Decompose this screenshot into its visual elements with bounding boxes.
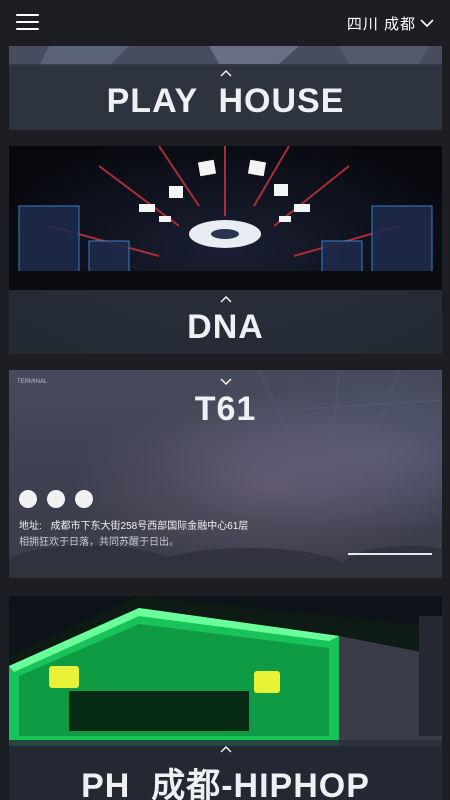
venue-image-sign: TERMINAL	[17, 379, 48, 385]
chevron-up-icon[interactable]	[220, 70, 232, 77]
venue-title: T61	[194, 390, 257, 428]
venue-address: 地址: 成都市下东大街258号西部国际金融中心61层	[19, 517, 248, 532]
address-label: 地址:	[19, 521, 42, 532]
address-text: 成都市下东大街258号西部国际金融中心61层	[50, 521, 249, 532]
venue-card-ph-hiphop[interactable]: PH 成都-HIPHOP	[9, 596, 442, 800]
location-label: 四川 成都	[346, 16, 416, 33]
venue-card-t61[interactable]: TERMINAL T61 地址: 成都市下东大街258号西部国际金融中心61层 …	[9, 370, 442, 578]
venue-title: PH 成都-HIPHOP	[81, 767, 370, 800]
location-selector[interactable]: 四川 成都	[347, 13, 434, 34]
menu-icon[interactable]	[16, 14, 39, 31]
venue-title: PLAY HOUSE	[106, 82, 345, 120]
pagination-dot[interactable]	[19, 490, 37, 508]
pagination-dot[interactable]	[47, 490, 65, 508]
chevron-up-icon[interactable]	[220, 746, 232, 753]
venue-title: DNA	[187, 308, 264, 346]
venue-card-dna[interactable]: DNA	[9, 146, 442, 354]
chevron-down-icon[interactable]	[220, 378, 232, 385]
venue-card-play-house[interactable]: PLAY HOUSE	[9, 46, 442, 130]
chevron-down-icon	[420, 19, 434, 28]
pagination-dot[interactable]	[75, 490, 93, 508]
venue-slogan: 相拥狂欢于日落，共同苏醒于日出。	[19, 537, 179, 548]
app-header: 四川 成都	[0, 0, 450, 46]
chevron-up-icon[interactable]	[220, 296, 232, 303]
progress-bar	[348, 553, 432, 555]
image-pagination	[19, 490, 93, 508]
